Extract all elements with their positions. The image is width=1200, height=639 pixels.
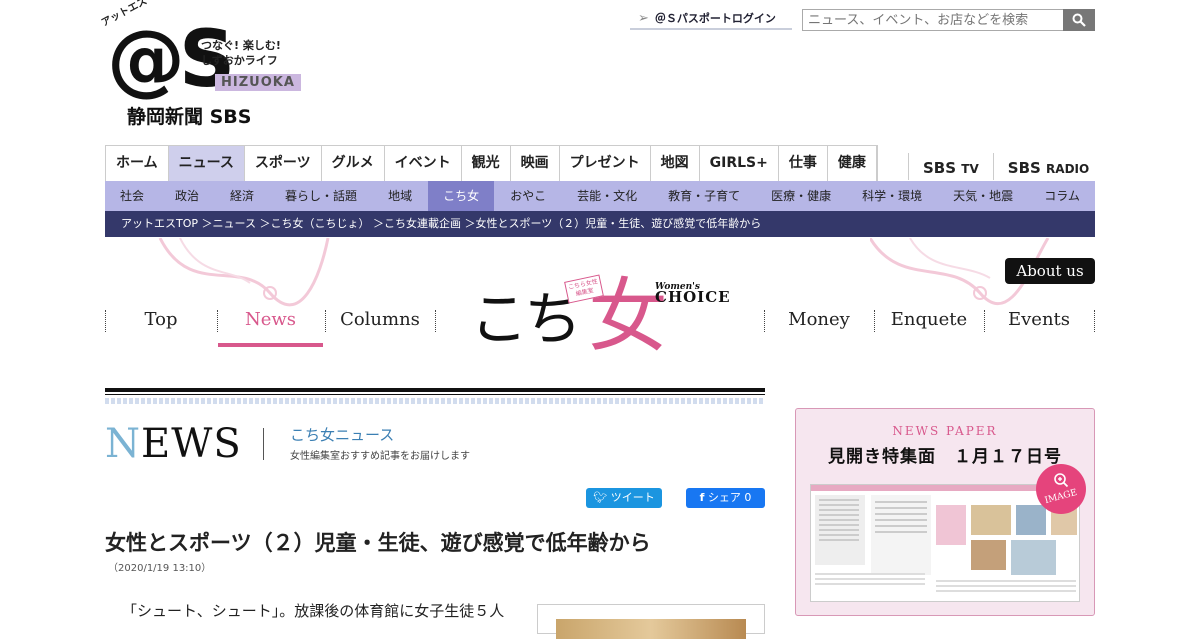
sub-nav-culture[interactable]: 芸能・文化 (562, 181, 652, 211)
passport-login-label: ＠Ｓパスポートログイン (654, 12, 776, 25)
logo-tagline: つなぐ! 楽しむ! しずおかライフ (201, 38, 301, 68)
kochijo-logo[interactable]: こち 女 こちら女性編集室 Women's CHOICE (470, 258, 731, 363)
nav-divider (435, 310, 436, 332)
news-description: 女性編集室おすすめ記事をお届けします (290, 451, 470, 462)
main-nav-map[interactable]: 地図 (651, 146, 700, 181)
facebook-icon: f (699, 491, 705, 504)
search-input[interactable] (802, 9, 1064, 31)
main-nav-movie[interactable]: 映画 (511, 146, 560, 181)
article-title: 女性とスポーツ（２）児童・生徒、遊び感覚で低年齢から (105, 531, 651, 555)
logo-tagline-1: つなぐ! 楽しむ! (201, 39, 281, 52)
news-heading: NEWS (105, 420, 242, 468)
image-button-label: IMAGE (1043, 487, 1079, 507)
section-nav-events[interactable]: Events (984, 306, 1094, 334)
sub-nav-region[interactable]: 地域 (373, 181, 427, 211)
womens-choice-mark: Women's CHOICE (655, 282, 731, 306)
search-icon (1072, 13, 1086, 27)
nav-divider (1094, 310, 1095, 332)
passport-login-link[interactable]: ➢ ＠Ｓパスポートログイン (630, 8, 792, 30)
sub-nav: 社会 政治 経済 暮らし・話題 地域 こち女 おやこ 芸能・文化 教育・子育て … (105, 181, 1095, 211)
sub-nav-column[interactable]: コラム (1029, 181, 1095, 211)
news-heading-rest: EWS (141, 421, 242, 467)
newspaper-image-button[interactable]: IMAGE (1036, 464, 1086, 514)
chevron-right-icon: ➢ (638, 10, 649, 26)
main-nav-sports[interactable]: スポーツ (245, 146, 322, 181)
share-label: シェア 0 (707, 491, 752, 504)
decorative-swirl-left (150, 238, 330, 308)
sbs-tv-sub: TV (961, 162, 979, 176)
sub-nav-medical[interactable]: 医療・健康 (756, 181, 846, 211)
sub-nav-weather[interactable]: 天気・地震 (938, 181, 1028, 211)
choice-label: CHOICE (655, 288, 731, 306)
article-date: （2020/1/19 13:10） (108, 563, 212, 574)
active-tab-indicator (218, 343, 323, 347)
zoom-in-icon (1054, 473, 1069, 488)
sub-nav-society[interactable]: 社会 (105, 181, 159, 211)
twitter-bird-icon: 🐦︎ (593, 491, 608, 504)
main-nav-jobs[interactable]: 仕事 (779, 146, 828, 181)
section-nav-money[interactable]: Money (764, 306, 874, 334)
divider-thin (105, 394, 765, 395)
tweet-label: ツイート (610, 491, 655, 504)
search-button[interactable] (1063, 9, 1095, 31)
divider-pattern (105, 398, 765, 404)
divider-thick (105, 388, 765, 392)
sbs-radio-link[interactable]: SBS RADIO (992, 153, 1103, 180)
news-subtitle: こち女ニュース (290, 426, 395, 444)
section-nav-news[interactable]: News (217, 306, 324, 334)
section-nav-enquete[interactable]: Enquete (874, 306, 984, 334)
sbs-nav: SBS TV SBS RADIO (908, 153, 1103, 180)
sub-nav-politics[interactable]: 政治 (160, 181, 214, 211)
heading-divider (263, 428, 264, 460)
kochijo-logo-onna: 女 (588, 270, 668, 363)
sbs-radio-main: SBS (1007, 159, 1041, 177)
logo-tagline-2: しずおかライフ (201, 54, 278, 67)
news-heading-initial: N (105, 421, 141, 467)
newspaper-label: NEWS PAPER (892, 424, 998, 438)
sbs-tv-link[interactable]: SBS TV (908, 153, 993, 180)
main-nav-girls[interactable]: GIRLS+ (700, 146, 779, 181)
facebook-share-button[interactable]: f シェア 0 (686, 488, 765, 508)
section-nav-columns[interactable]: Columns (325, 306, 435, 334)
logo-publisher: 静岡新聞 SBS (127, 106, 252, 128)
main-nav-health[interactable]: 健康 (828, 146, 877, 181)
section-nav-top[interactable]: Top (105, 306, 217, 334)
main-nav-present[interactable]: プレゼント (560, 146, 651, 181)
sbs-radio-sub: RADIO (1046, 162, 1090, 176)
breadcrumb[interactable]: アットエスTOP ＞ニュース ＞こち女（こちじょ） ＞こち女連載企画 ＞女性とス… (105, 211, 1095, 237)
main-nav-news[interactable]: ニュース (168, 146, 245, 181)
logo-shizuoka: HIZUOKA (215, 74, 301, 91)
main-nav-home[interactable]: ホーム (106, 146, 169, 181)
kochijo-logo-ko: こち (470, 285, 582, 353)
tweet-button[interactable]: 🐦︎ ツイート (586, 488, 662, 508)
main-nav-sightseeing[interactable]: 観光 (462, 146, 511, 181)
article-body: 「シュート、シュート」。放課後の体育館に女子生徒５人 (122, 602, 505, 620)
site-logo[interactable]: @S アットエス つなぐ! 楽しむ! しずおかライフ HIZUOKA 静岡新聞 … (100, 0, 301, 129)
article-photo-image (556, 619, 746, 639)
about-us-button[interactable]: About us (1005, 258, 1095, 284)
sub-nav-kochijo[interactable]: こち女 (428, 181, 495, 211)
sub-nav-living[interactable]: 暮らし・話題 (270, 181, 372, 211)
sub-nav-education[interactable]: 教育・子育て (653, 181, 755, 211)
sub-nav-economy[interactable]: 経済 (215, 181, 269, 211)
main-nav-event[interactable]: イベント (385, 146, 462, 181)
sub-nav-oyako[interactable]: おやこ (495, 181, 561, 211)
main-nav-gourmet[interactable]: グルメ (322, 146, 385, 181)
sub-nav-science[interactable]: 科学・環境 (847, 181, 937, 211)
main-nav: ホーム ニュース スポーツ グルメ イベント 観光 映画 プレゼント 地図 GI… (105, 145, 878, 181)
sbs-tv-main: SBS (923, 159, 957, 177)
